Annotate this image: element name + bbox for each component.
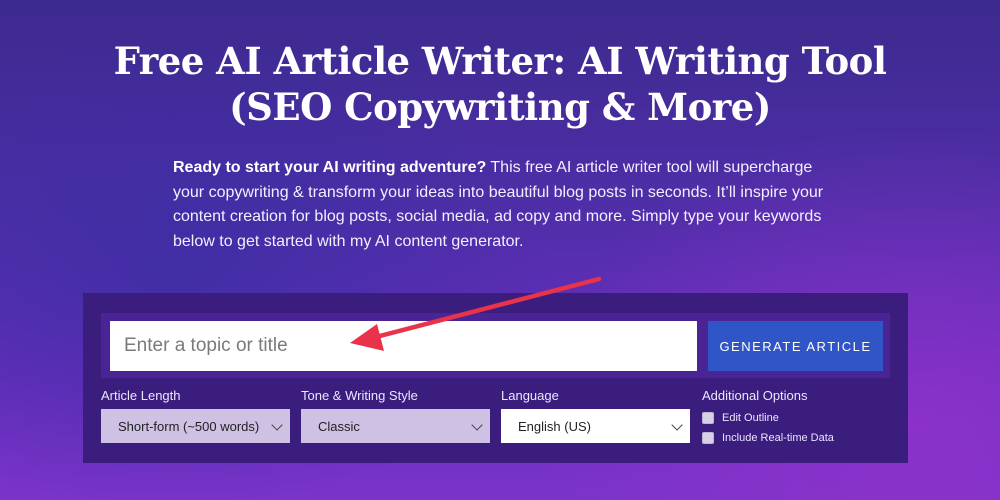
- tone-label: Tone & Writing Style: [301, 388, 418, 403]
- language-label: Language: [501, 388, 559, 403]
- additional-options-label: Additional Options: [702, 388, 808, 403]
- topic-input[interactable]: [110, 321, 697, 371]
- chevron-down-icon: [471, 419, 483, 431]
- topic-input-row: GENERATE ARTICLE: [101, 313, 890, 378]
- language-select[interactable]: English (US): [501, 409, 690, 443]
- chevron-down-icon: [271, 419, 283, 431]
- article-length-label: Article Length: [101, 388, 181, 403]
- realtime-data-label: Include Real-time Data: [722, 432, 834, 444]
- page-title-line-2: (SEO Copywriting & More): [229, 85, 771, 129]
- realtime-data-option[interactable]: Include Real-time Data: [702, 428, 834, 448]
- page-title-line-1: Free AI Article Writer: AI Writing Tool: [113, 39, 887, 83]
- tone-select[interactable]: Classic: [301, 409, 490, 443]
- article-length-select[interactable]: Short-form (~500 words): [101, 409, 290, 443]
- realtime-data-checkbox[interactable]: [702, 432, 714, 444]
- intro-lead: Ready to start your AI writing adventure…: [173, 159, 487, 176]
- language-value: English (US): [518, 418, 591, 434]
- article-length-field: Article Length Short-form (~500 words): [101, 387, 290, 443]
- language-field: Language English (US): [501, 387, 690, 443]
- edit-outline-checkbox[interactable]: [702, 412, 714, 424]
- chevron-down-icon: [671, 419, 683, 431]
- tone-value: Classic: [318, 418, 360, 434]
- edit-outline-option[interactable]: Edit Outline: [702, 408, 834, 428]
- article-length-value: Short-form (~500 words): [118, 418, 260, 434]
- intro-paragraph: Ready to start your AI writing adventure…: [173, 156, 833, 254]
- edit-outline-label: Edit Outline: [722, 412, 779, 424]
- page-title: Free AI Article Writer: AI Writing Tool …: [0, 38, 1000, 130]
- generate-article-button[interactable]: GENERATE ARTICLE: [708, 321, 883, 371]
- article-generator-form: GENERATE ARTICLE Article Length Short-fo…: [83, 293, 908, 463]
- tone-field: Tone & Writing Style Classic: [301, 387, 490, 443]
- additional-options-field: Additional Options Edit Outline Include …: [702, 387, 834, 448]
